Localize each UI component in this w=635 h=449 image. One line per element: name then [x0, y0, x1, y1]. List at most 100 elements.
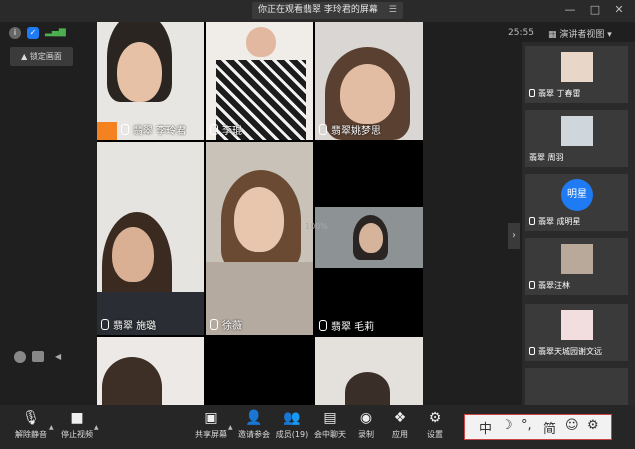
info-icon[interactable]: i [9, 27, 21, 39]
mic-icon [210, 319, 218, 330]
camera-icon: ■ [70, 410, 84, 426]
participant-name: 翡翠姚梦思 [331, 126, 381, 137]
participant-name: 翡翠 施璐 [113, 321, 157, 332]
invite-button[interactable]: 👤 邀请参会 [237, 410, 271, 440]
video-tile[interactable]: 翡翠 施璐 [97, 142, 204, 335]
participant-name: 翡翠 周羽 [529, 153, 564, 162]
record-label: 录制 [358, 430, 374, 439]
view-mode-button[interactable]: ▦ 演讲者视图 ▾ [548, 27, 612, 40]
mic-icon [319, 320, 327, 331]
close-button[interactable]: ✕ [611, 3, 627, 16]
members-label: 成员(19) [275, 430, 309, 439]
ime-toolbar: 中 ☽ °, 简 ☺ ⚙ [464, 414, 612, 440]
chat-button[interactable]: ▤ 会中聊天 [313, 410, 347, 440]
unmute-button[interactable]: 🎙 解除静音 [14, 410, 48, 440]
moon-icon[interactable]: ☽ [501, 418, 513, 433]
video-grid: 翡翠 李玲君 李琨 翡翠姚梦思 翡翠 施璐 徐薇 100% 翡翠 毛莉 [97, 22, 423, 405]
meeting-timer: 25:55 [508, 28, 534, 38]
banner-text: 你正在观看翡翠 李玲君的屏幕 [258, 5, 378, 15]
participant-thumbnail [561, 310, 593, 340]
mic-icon [529, 347, 535, 355]
emoji-icon[interactable]: ☺ [565, 418, 579, 433]
caret-up-icon[interactable]: ▲ [49, 424, 54, 431]
gear-icon[interactable]: ⚙ [587, 418, 599, 433]
ime-lang-toggle[interactable]: 中 [479, 418, 492, 437]
video-tile[interactable]: 翡翠姚梦思 [315, 22, 423, 140]
video-tile[interactable]: 徐薇 [206, 142, 313, 335]
add-user-icon: 👤 [245, 410, 263, 426]
emoji-icon[interactable] [14, 351, 26, 363]
chat-bubble-icon[interactable] [32, 351, 44, 362]
chat-icon: ▤ [323, 410, 337, 426]
record-icon: ◉ [359, 410, 373, 426]
participant-name: 徐薇 [222, 321, 242, 332]
settings-button[interactable]: ⚙ 设置 [424, 410, 446, 440]
share-screen-label: 共享屏幕 [195, 430, 227, 439]
participant-video [246, 27, 276, 57]
mic-icon [101, 319, 109, 330]
maximize-button[interactable]: □ [587, 3, 603, 16]
avatar: 明星 [561, 179, 593, 211]
chat-label: 会中聊天 [314, 430, 346, 439]
apps-button[interactable]: ❖ 应用 [389, 410, 411, 440]
share-screen-icon: ▣ [204, 410, 218, 426]
mic-icon [529, 281, 535, 289]
participant-card[interactable]: 翡翠天城园谢文远 [525, 304, 628, 361]
participant-thumbnail [561, 244, 593, 274]
mic-icon [529, 89, 535, 97]
participant-card[interactable]: 翡翠 丁春雷 [525, 46, 628, 103]
participant-thumbnail [561, 52, 593, 82]
mic-icon [529, 217, 535, 225]
active-speaker-badge [97, 122, 117, 140]
invite-label: 邀请参会 [238, 430, 270, 439]
record-button[interactable]: ◉ 录制 [355, 410, 377, 440]
stop-video-button[interactable]: ■ 停止视频 [60, 410, 94, 440]
video-tile[interactable] [315, 337, 423, 405]
screen-share-banner: 你正在观看翡翠 李玲君的屏幕 ☰ [252, 2, 403, 19]
members-icon: 👥 [283, 410, 301, 426]
simplified-toggle[interactable]: 简 [543, 418, 556, 437]
mic-icon [210, 124, 218, 135]
signal-icon[interactable]: ▂▄▆ [45, 27, 66, 37]
caret-up-icon[interactable]: ▲ [228, 424, 233, 431]
minimize-button[interactable]: — [562, 3, 578, 16]
participant-card[interactable] [525, 368, 628, 405]
mic-icon [121, 124, 129, 135]
share-screen-button[interactable]: ▣ 共享屏幕 [194, 410, 228, 440]
participant-sidebar: 翡翠 丁春雷 翡翠 周羽 明星 翡翠 成明星 翡翠汪林 翡翠天城园谢文远 [522, 42, 635, 405]
video-tile[interactable] [315, 207, 423, 268]
video-tile[interactable]: 翡翠 李玲君 [97, 22, 204, 140]
menu-icon[interactable]: ☰ [389, 2, 397, 19]
stop-video-label: 停止视频 [61, 430, 93, 439]
collapse-panel-button[interactable]: › [508, 223, 520, 249]
punctuation-toggle[interactable]: °, [521, 418, 532, 433]
unmute-label: 解除静音 [15, 430, 47, 439]
zoom-level: 100% [305, 222, 328, 231]
chevron-left-icon[interactable]: ◀ [55, 352, 61, 361]
view-mode-label: 演讲者视图 ▾ [559, 30, 612, 40]
mic-icon [319, 124, 327, 135]
members-button[interactable]: 👥 成员(19) [275, 410, 309, 440]
participant-name: 翡翠汪林 [538, 281, 570, 290]
settings-label: 设置 [427, 430, 443, 439]
grid-icon: ▦ [548, 30, 560, 40]
participant-thumbnail [561, 116, 593, 146]
participant-name: 翡翠 毛莉 [331, 322, 375, 333]
apps-icon: ❖ [393, 410, 407, 426]
settings-icon: ⚙ [428, 410, 442, 426]
participant-name: 翡翠 丁春雷 [538, 89, 581, 98]
participant-card[interactable]: 翡翠汪林 [525, 238, 628, 295]
lock-view-button[interactable]: ▲ 锁定画面 [10, 47, 73, 66]
lock-view-label: 锁定画面 [29, 52, 62, 61]
shield-icon[interactable]: ✓ [27, 27, 39, 39]
participant-name: 翡翠 成明星 [538, 217, 581, 226]
video-tile[interactable]: 李琨 [206, 22, 313, 140]
participant-card[interactable]: 明星 翡翠 成明星 [525, 174, 628, 231]
caret-up-icon[interactable]: ▲ [94, 424, 99, 431]
mic-muted-icon: 🎙 [22, 410, 40, 426]
participant-name: 翡翠天城园谢文远 [538, 347, 602, 356]
participant-name: 李琨 [222, 126, 242, 137]
video-tile[interactable] [97, 337, 204, 405]
participant-name: 翡翠 李玲君 [133, 126, 187, 137]
participant-card[interactable]: 翡翠 周羽 [525, 110, 628, 167]
